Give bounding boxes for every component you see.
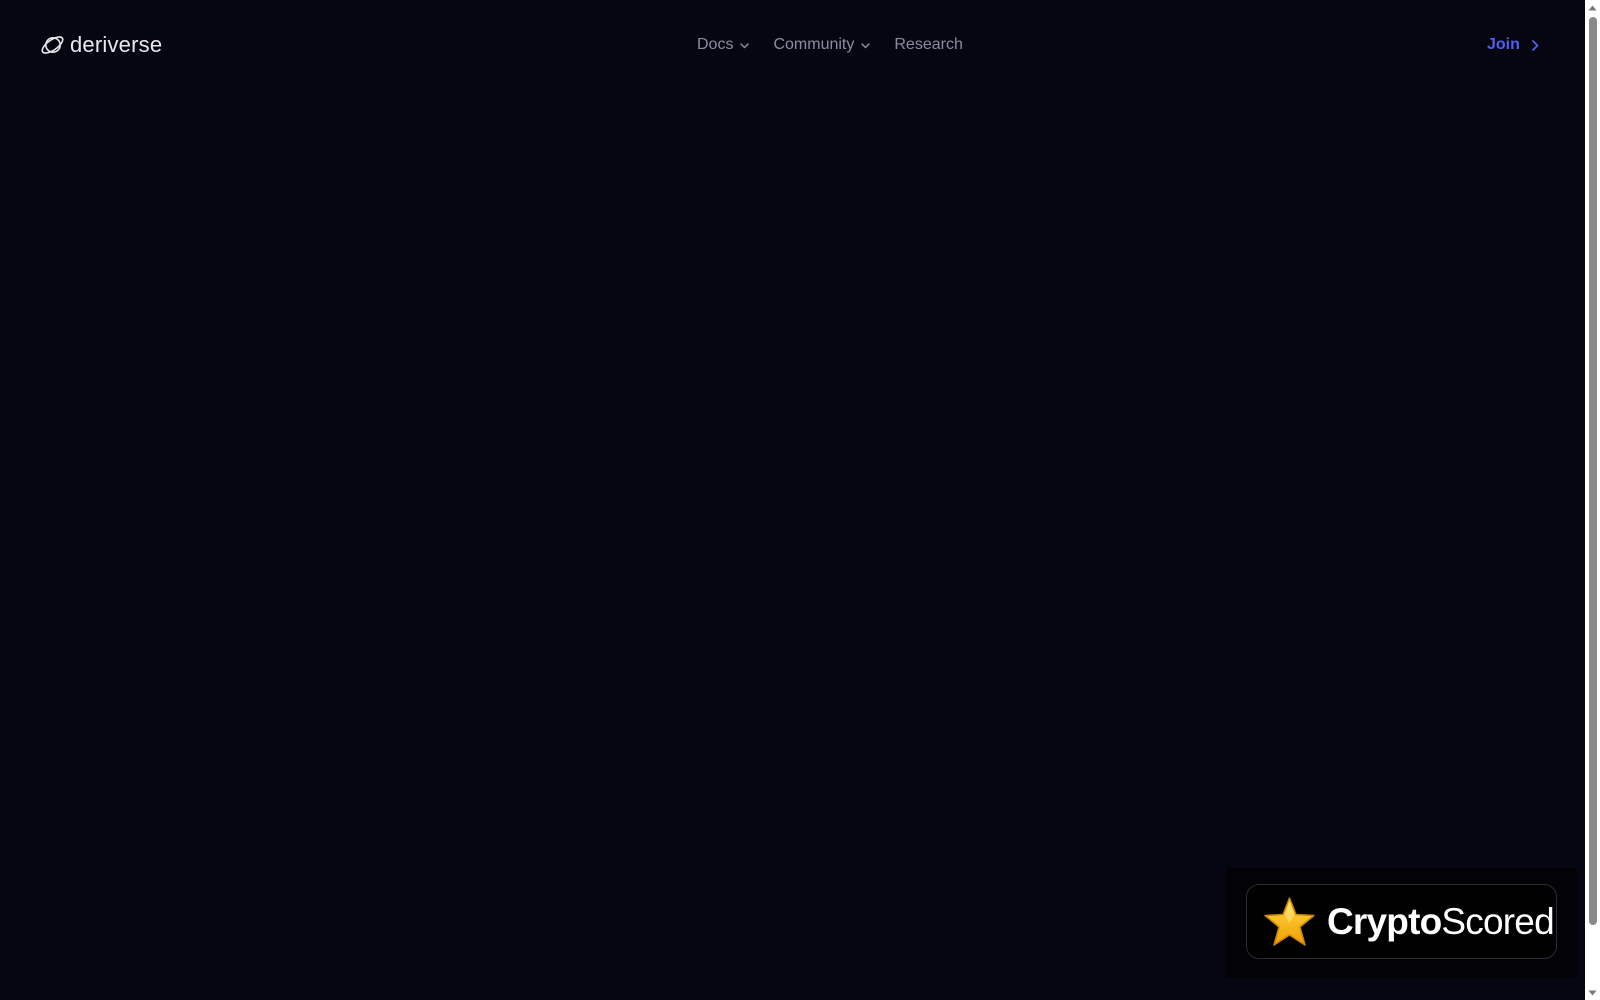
nav-item-research-label: Research [894, 36, 963, 53]
badge-label-regular: Scored [1441, 900, 1554, 942]
site-header: deriverse Docs Community Research Join [0, 0, 1585, 90]
nav-item-docs[interactable]: Docs [697, 33, 750, 57]
chevron-right-icon [1531, 39, 1539, 51]
vertical-scrollbar[interactable] [1585, 0, 1600, 1000]
orbit-ring-icon [41, 36, 64, 54]
page: deriverse Docs Community Research Join C… [0, 0, 1585, 1000]
scrollbar-thumb[interactable] [1589, 17, 1597, 925]
join-label: Join [1487, 36, 1520, 53]
badge-label-bold: Crypto [1327, 900, 1442, 942]
rating-badge-container: CryptoScored [1226, 868, 1577, 978]
main-nav: Docs Community Research [697, 33, 963, 57]
scroll-up-arrow-icon[interactable] [1585, 0, 1600, 15]
brand-logo[interactable]: deriverse [40, 32, 162, 58]
join-button[interactable]: Join [1487, 33, 1540, 57]
nav-item-research[interactable]: Research [894, 33, 962, 57]
chevron-down-icon [861, 42, 871, 48]
chevron-down-icon [740, 42, 750, 48]
brand-name: deriverse [70, 32, 163, 57]
scroll-down-arrow-icon[interactable] [1585, 985, 1600, 1000]
nav-item-community[interactable]: Community [773, 33, 871, 57]
badge-label: CryptoScored [1327, 900, 1555, 944]
star-icon [1264, 896, 1315, 946]
nav-item-docs-label: Docs [697, 36, 734, 53]
cryptoscored-badge[interactable]: CryptoScored [1246, 884, 1557, 959]
nav-item-community-label: Community [773, 36, 855, 53]
